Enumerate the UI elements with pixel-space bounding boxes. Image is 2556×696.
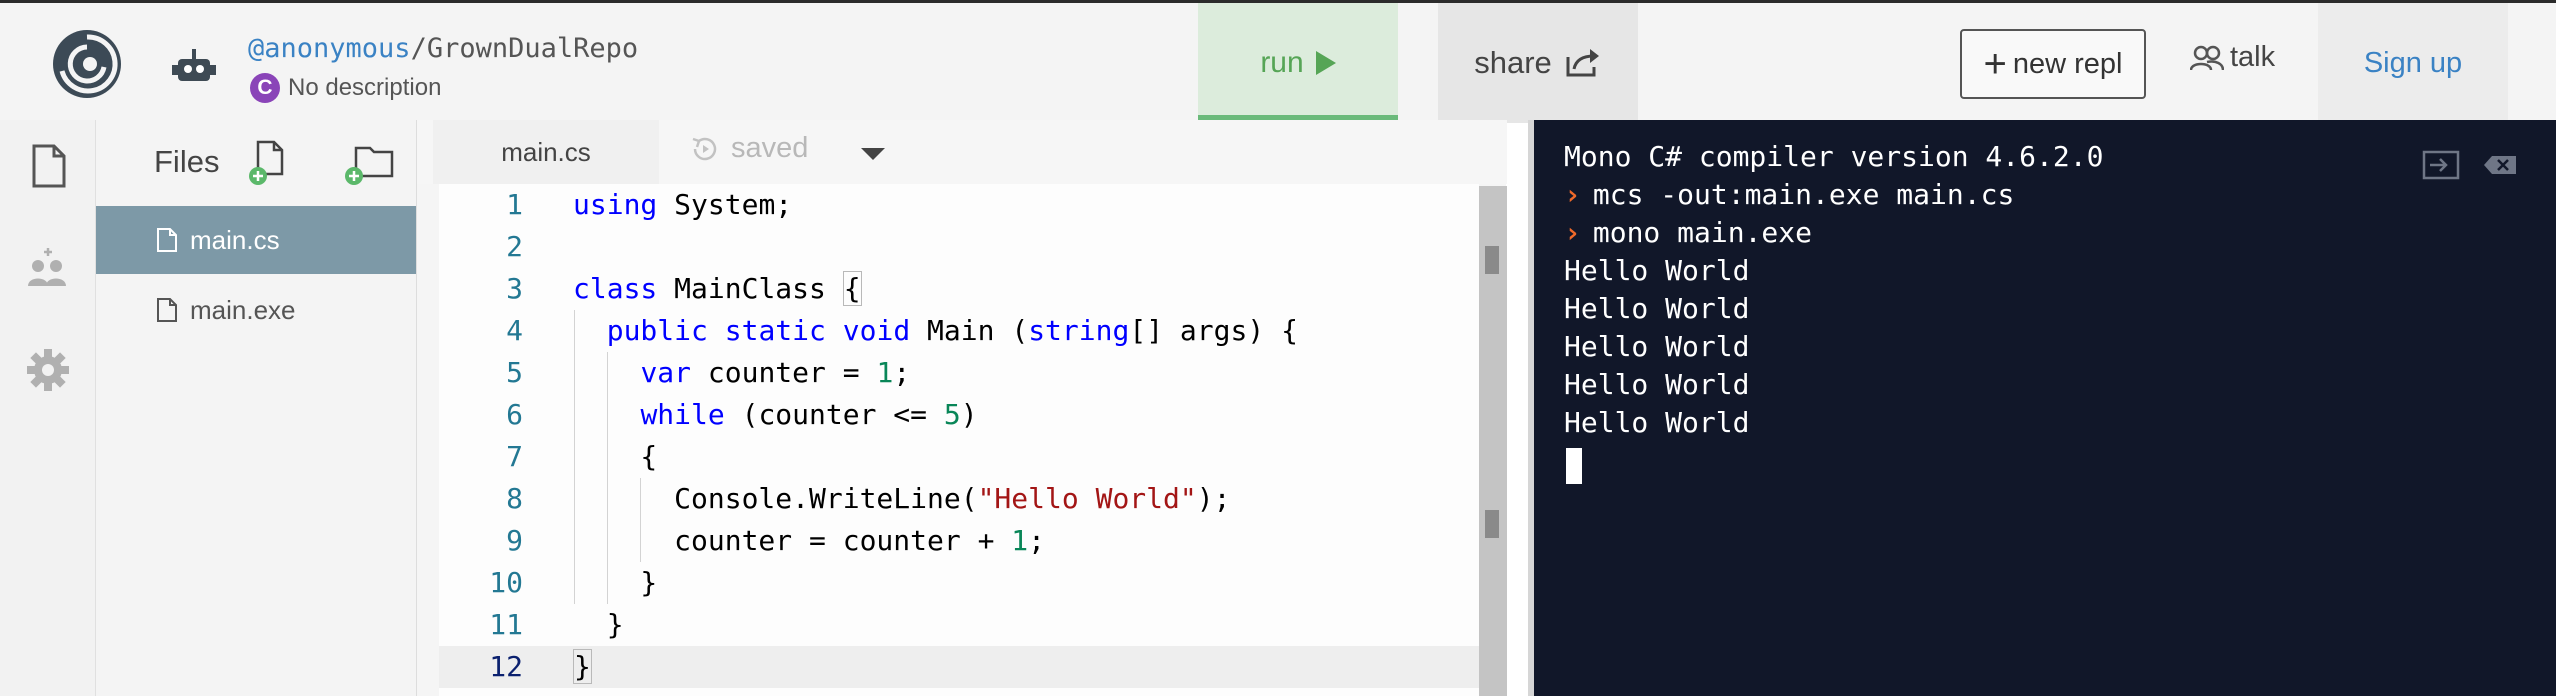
line-number: 11	[489, 608, 523, 641]
line-number: 9	[506, 524, 523, 557]
settings-gear-icon[interactable]	[24, 346, 72, 394]
talk-link[interactable]: talk	[2190, 41, 2275, 74]
line-number: 12	[489, 650, 523, 683]
line-number: 8	[506, 482, 523, 515]
tab-main-cs[interactable]: main.cs	[433, 120, 659, 184]
tab-label: main.cs	[501, 136, 591, 167]
clear-console-icon[interactable]	[2482, 150, 2520, 180]
indent-guide	[607, 352, 608, 604]
prompt-chevron-icon: ›	[1564, 216, 1581, 249]
line-number: 7	[506, 440, 523, 473]
console-line: Hello World	[1564, 254, 1750, 287]
talk-label: talk	[2230, 41, 2276, 73]
run-button[interactable]: run	[1198, 3, 1398, 123]
line-number: 5	[506, 356, 523, 389]
code-line: 10 }	[439, 562, 1479, 604]
save-status: saved	[689, 132, 808, 165]
file-icon	[157, 298, 177, 322]
console-line: Hello World	[1564, 406, 1750, 439]
files-panel: Files main.cs main.exe	[96, 120, 416, 696]
scrollbar-marker	[1485, 246, 1499, 274]
files-title: Files	[154, 144, 220, 179]
file-name: main.cs	[190, 224, 280, 255]
file-name: main.exe	[190, 294, 296, 325]
description-text[interactable]: No description	[288, 74, 441, 102]
indent-guide	[640, 478, 641, 562]
repo-description: C No description	[250, 73, 441, 103]
new-repl-label: new repl	[2012, 47, 2123, 80]
console-panel[interactable]: Mono C# compiler version 4.6.2.0 › mcs -o…	[1528, 120, 2556, 696]
history-icon	[692, 137, 717, 160]
line-number: 3	[506, 272, 523, 305]
run-label: run	[1260, 46, 1304, 79]
code-line: 1 using System;	[439, 184, 1479, 226]
console-line: › mcs -out:main.exe main.cs	[1564, 178, 2015, 211]
scrollbar-marker	[1485, 510, 1499, 538]
indent-guide	[574, 310, 575, 604]
sign-up-button[interactable]: Sign up	[2318, 3, 2508, 123]
line-number: 1	[506, 188, 523, 221]
new-file-icon[interactable]	[248, 138, 292, 188]
line-number: 10	[489, 566, 523, 599]
sign-up-label: Sign up	[2363, 46, 2463, 79]
repl-logo-icon[interactable]	[50, 27, 124, 101]
anonymous-avatar-icon	[172, 49, 216, 81]
left-icon-rail	[0, 120, 96, 696]
save-status-label: saved	[731, 132, 809, 164]
console-exit-icon[interactable]	[2422, 150, 2460, 180]
code-editor[interactable]: 1 using System; 2 3 class MainClass { 4 pu…	[439, 184, 1479, 696]
repo-name[interactable]: GrownDualRepo	[427, 33, 638, 64]
new-folder-icon[interactable]	[344, 140, 396, 188]
share-icon	[1566, 49, 1599, 77]
file-item-main-cs[interactable]: main.cs	[96, 206, 416, 274]
code-line: 11 }	[439, 604, 1479, 646]
play-icon	[1315, 51, 1336, 75]
console-line: Hello World	[1564, 368, 1750, 401]
invite-users-icon[interactable]	[24, 246, 72, 294]
share-label: share	[1474, 45, 1552, 80]
code-line-current: 12}	[439, 646, 1479, 688]
code-line: 2	[439, 226, 1479, 268]
repo-path-separator: /	[410, 33, 427, 64]
line-number: 4	[506, 314, 523, 347]
plus-icon: +	[1983, 42, 2007, 86]
files-icon[interactable]	[24, 142, 72, 190]
chevron-down-icon[interactable]	[861, 148, 885, 160]
console-line: Hello World	[1564, 292, 1750, 325]
console-cursor	[1566, 448, 1582, 484]
code-line: 3 class MainClass {	[439, 268, 1479, 310]
repo-path: @anonymous/GrownDualRepo	[248, 33, 638, 64]
repo-owner-link[interactable]: @anonymous	[248, 33, 411, 64]
code-line: 7 {	[439, 436, 1479, 478]
new-repl-button[interactable]: + new repl	[1960, 29, 2146, 99]
console-line: Hello World	[1564, 330, 1750, 363]
editor-tab-bar: main.cs saved	[417, 120, 1507, 184]
console-line: Mono C# compiler version 4.6.2.0	[1564, 140, 2104, 173]
code-line: 6 while (counter <= 5)	[439, 394, 1479, 436]
file-item-main-exe[interactable]: main.exe	[96, 276, 416, 344]
line-number: 2	[506, 230, 523, 263]
prompt-chevron-icon: ›	[1564, 178, 1581, 211]
file-icon	[157, 228, 177, 252]
line-number: 6	[506, 398, 523, 431]
people-icon	[2190, 45, 2224, 70]
editor-panel: main.cs saved 1 using System; 2 3 class Ma…	[416, 120, 1507, 696]
top-header: @anonymous/GrownDualRepo C No descriptio…	[0, 0, 2556, 123]
code-line: 5 var counter = 1;	[439, 352, 1479, 394]
csharp-language-icon: C	[250, 73, 280, 103]
code-line: 9 counter = counter + 1;	[439, 520, 1479, 562]
code-line: 8 Console.WriteLine("Hello World");	[439, 478, 1479, 520]
code-line: 4 public static void Main (string[] args…	[439, 310, 1479, 352]
console-line: › mono main.exe	[1564, 216, 1813, 249]
share-button[interactable]: share	[1438, 3, 1638, 123]
